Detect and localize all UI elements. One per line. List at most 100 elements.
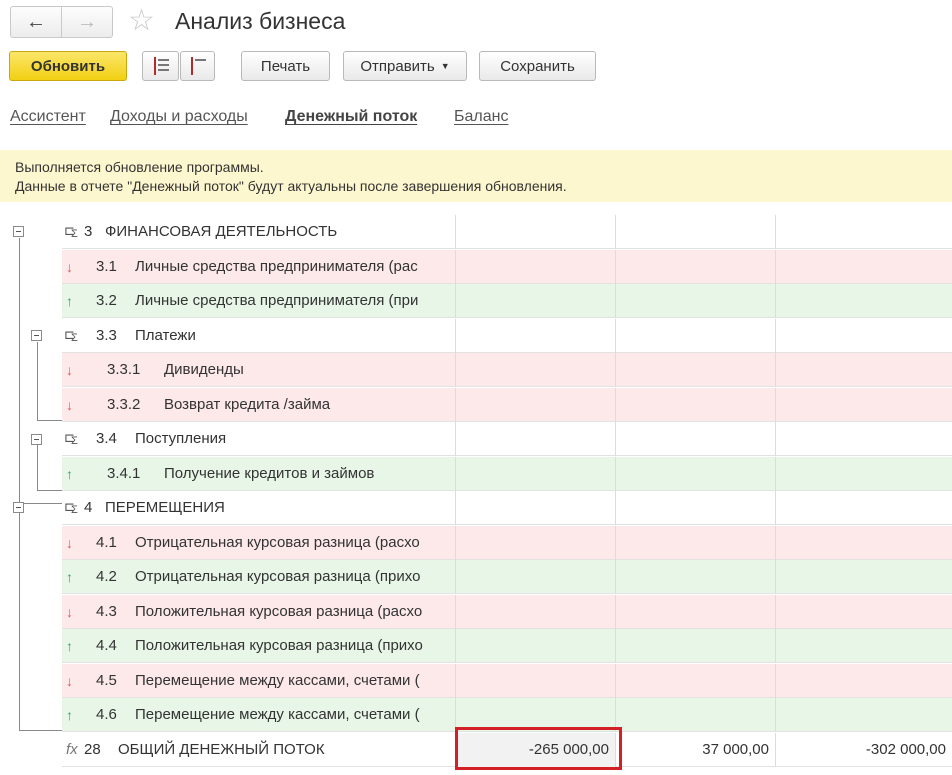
value-cell[interactable] [775, 250, 952, 284]
table-row[interactable]: ↓ 4.1 Отрицательная курсовая разница (расх… [62, 526, 952, 560]
row-code: 4 [84, 499, 93, 516]
collapse-group-3-4-icon[interactable] [31, 434, 42, 445]
table-row[interactable]: ↓ 4.5 Перемещение между кассами, счетами ( [62, 664, 952, 698]
group-row[interactable]: ⊏ Σ 3.4 Поступления [62, 422, 952, 456]
value-cell[interactable] [615, 595, 775, 629]
collapse-all-icon[interactable] [180, 51, 215, 81]
row-label: Перемещение между кассами, счетами ( [135, 672, 420, 689]
row-code: 4.3 [96, 603, 117, 620]
value-cell[interactable] [455, 457, 615, 491]
value-cell[interactable] [455, 664, 615, 698]
back-arrow-icon[interactable]: ← [11, 7, 62, 37]
row-label: Личные средства предпринимателя (при [135, 292, 419, 309]
value-cell[interactable] [775, 664, 952, 698]
tab-income-expenses[interactable]: Доходы и расходы [110, 108, 248, 126]
value-cell[interactable] [455, 284, 615, 318]
value-cell[interactable] [615, 664, 775, 698]
row-code: 3 [84, 223, 93, 240]
value-cell[interactable] [455, 629, 615, 663]
save-button[interactable]: Сохранить [479, 51, 596, 81]
value-cell[interactable] [775, 353, 952, 387]
row-label: Получение кредитов и займов [164, 465, 375, 482]
value-cell[interactable] [775, 560, 952, 594]
table-row[interactable]: ↓ 3.1 Личные средства предпринимателя (рас [62, 250, 952, 284]
value-cell[interactable] [455, 526, 615, 560]
row-label: Платежи [135, 327, 196, 344]
send-button[interactable]: Отправить ▼ [343, 51, 467, 81]
tab-balance[interactable]: Баланс [454, 108, 508, 126]
collapse-group-3-3-icon[interactable] [31, 330, 42, 341]
value-cell[interactable] [775, 491, 952, 525]
group-sum-icon: ⊏ Σ [64, 223, 78, 240]
value-cell[interactable] [455, 491, 615, 525]
value-cell[interactable] [615, 353, 775, 387]
value-cell[interactable] [615, 215, 775, 249]
value-cell[interactable] [615, 457, 775, 491]
collapse-group-3-icon[interactable] [13, 226, 24, 237]
value-cell[interactable] [455, 319, 615, 353]
value-cell[interactable] [455, 560, 615, 594]
value-cell[interactable] [775, 457, 952, 491]
value-cell[interactable] [615, 319, 775, 353]
total-value-2: 37 000,00 [702, 741, 769, 758]
group-row[interactable]: ⊏ Σ 3.3 Платежи [62, 319, 952, 353]
window-header: ← → ☆ Анализ бизнеса [0, 0, 952, 44]
value-cell[interactable] [615, 629, 775, 663]
table-row[interactable]: ↓ 3.3.1 Дивиденды [62, 353, 952, 387]
value-cell[interactable] [615, 422, 775, 456]
group-row[interactable]: ⊏ Σ 4 ПЕРЕМЕЩЕНИЯ [62, 491, 952, 525]
row-label: ПЕРЕМЕЩЕНИЯ [105, 499, 225, 516]
value-cell[interactable] [615, 560, 775, 594]
value-cell[interactable] [775, 698, 952, 732]
arrow-up-icon: ↑ [66, 638, 73, 654]
favorite-star-icon[interactable]: ☆ [128, 4, 155, 38]
row-code: 3.3.1 [107, 361, 141, 378]
send-button-label: Отправить [360, 57, 435, 75]
value-cell[interactable] [615, 388, 775, 422]
total-cell-2[interactable]: 37 000,00 [615, 733, 775, 767]
table-row[interactable]: ↑ 4.4 Положительная курсовая разница (прих… [62, 629, 952, 663]
value-cell[interactable] [455, 353, 615, 387]
value-cell[interactable] [455, 250, 615, 284]
row-label: Отрицательная курсовая разница (прихо [135, 568, 421, 585]
value-cell[interactable] [775, 526, 952, 560]
value-cell[interactable] [775, 422, 952, 456]
collapse-group-4-icon[interactable] [13, 502, 24, 513]
group-sum-icon: ⊏ Σ [64, 499, 78, 516]
value-cell[interactable] [455, 215, 615, 249]
print-button[interactable]: Печать [241, 51, 330, 81]
refresh-button[interactable]: Обновить [9, 51, 127, 81]
value-cell[interactable] [615, 526, 775, 560]
value-cell[interactable] [775, 629, 952, 663]
value-cell[interactable] [615, 250, 775, 284]
value-cell[interactable] [775, 388, 952, 422]
value-cell[interactable] [615, 491, 775, 525]
table-row[interactable]: ↑ 4.2 Отрицательная курсовая разница (прих… [62, 560, 952, 594]
tab-assistant[interactable]: Ассистент [10, 108, 86, 126]
row-label: Перемещение между кассами, счетами ( [135, 706, 420, 723]
forward-arrow-icon[interactable]: → [62, 7, 112, 37]
value-cell[interactable] [615, 284, 775, 318]
value-cell[interactable] [775, 319, 952, 353]
value-cell[interactable] [455, 388, 615, 422]
value-cell[interactable] [775, 215, 952, 249]
table-row[interactable]: ↓ 4.3 Положительная курсовая разница (расх… [62, 595, 952, 629]
value-cell[interactable] [615, 698, 775, 732]
value-cell[interactable] [455, 422, 615, 456]
arrow-down-icon: ↓ [66, 259, 73, 275]
table-row[interactable]: ↑ 3.4.1 Получение кредитов и займов [62, 457, 952, 491]
table-row[interactable]: ↑ 3.2 Личные средства предпринимателя (при [62, 284, 952, 318]
value-cell[interactable] [455, 595, 615, 629]
value-cell[interactable] [775, 284, 952, 318]
table-row[interactable]: ↓ 3.3.2 Возврат кредита /займа [62, 388, 952, 422]
total-code: 28 [84, 741, 101, 758]
row-label: Дивиденды [164, 361, 244, 378]
total-cell-3[interactable]: -302 000,00 [775, 733, 952, 767]
row-label: Личные средства предпринимателя (рас [135, 258, 418, 275]
row-label: Отрицательная курсовая разница (расхо [135, 534, 420, 551]
arrow-up-icon: ↑ [66, 707, 73, 723]
expand-all-icon[interactable] [142, 51, 179, 81]
tab-cash-flow[interactable]: Денежный поток [285, 108, 417, 126]
value-cell[interactable] [775, 595, 952, 629]
group-row[interactable]: ⊏ Σ 3 ФИНАНСОВАЯ ДЕЯТЕЛЬНОСТЬ [62, 215, 952, 249]
